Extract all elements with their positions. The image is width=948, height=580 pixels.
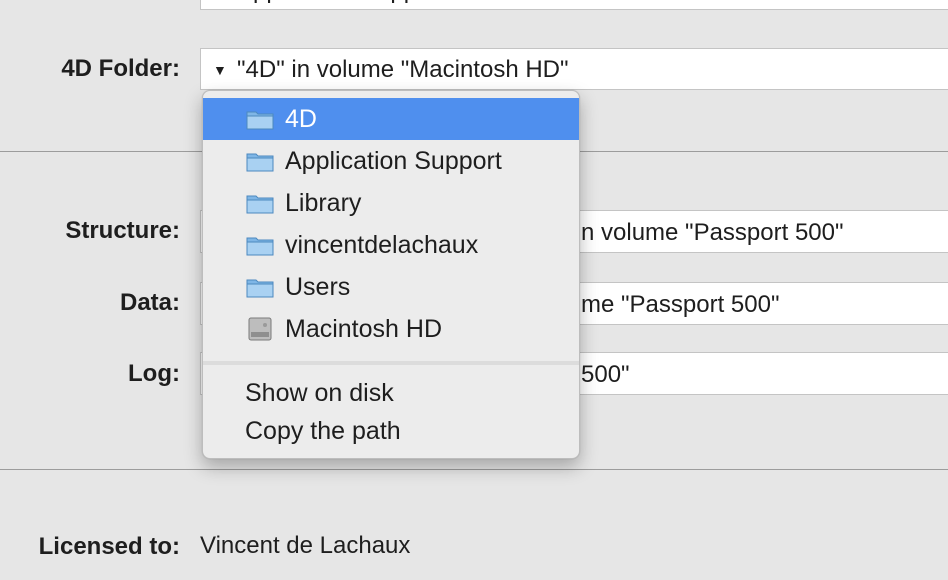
menu-item-label: vincentdelachaux: [285, 231, 479, 259]
menu-item-label: Macintosh HD: [285, 315, 442, 343]
data-path-text: me "Passport 500": [581, 291, 780, 318]
folder-icon: [246, 195, 274, 214]
top-path-field[interactable]: Application Support: [200, 0, 948, 10]
licensed-value: Vincent de Lachaux: [200, 532, 411, 559]
folder-path-popup[interactable]: ▼ "4D" in volume "Macintosh HD": [200, 48, 948, 90]
dropdown-arrow-icon[interactable]: ▼: [213, 49, 227, 89]
menu-separator: [203, 361, 579, 365]
menu-item-copy-path[interactable]: Copy the path: [203, 410, 579, 452]
menu-item-library[interactable]: Library: [203, 182, 579, 224]
menu-item-label: Library: [285, 189, 362, 217]
menu-item-vincentdelachaux[interactable]: vincentdelachaux: [203, 224, 579, 266]
menu-item-label: Show on disk: [245, 379, 394, 407]
menu-item-users[interactable]: Users: [203, 266, 579, 308]
path-popup-menu: 4D Application Support Library vincentde…: [202, 90, 580, 459]
licensed-label: Licensed to:: [38, 533, 180, 560]
divider-bottom: [0, 469, 948, 470]
hard-drive-icon: [248, 317, 272, 341]
folder-label: 4D Folder:: [61, 55, 180, 82]
menu-item-label: Copy the path: [245, 417, 401, 445]
structure-path-text: n volume "Passport 500": [581, 219, 844, 246]
menu-item-application-support[interactable]: Application Support: [203, 140, 579, 182]
menu-item-macintosh-hd[interactable]: Macintosh HD: [203, 308, 579, 350]
menu-item-4d[interactable]: 4D: [203, 98, 579, 140]
log-path-text: 500": [581, 361, 630, 388]
menu-item-label: 4D: [285, 105, 317, 133]
log-label: Log:: [128, 360, 180, 387]
menu-item-show-on-disk[interactable]: Show on disk: [203, 372, 579, 414]
folder-path-text: "4D" in volume "Macintosh HD": [237, 56, 569, 83]
folder-icon: [246, 237, 274, 256]
top-path-text: Application Support: [237, 0, 445, 9]
menu-item-label: Users: [285, 273, 351, 301]
folder-icon: [246, 111, 274, 130]
structure-label: Structure:: [65, 217, 180, 244]
data-label: Data:: [119, 289, 180, 316]
folder-icon: [246, 279, 274, 298]
menu-item-label: Application Support: [285, 147, 502, 175]
folder-icon: [246, 153, 274, 172]
